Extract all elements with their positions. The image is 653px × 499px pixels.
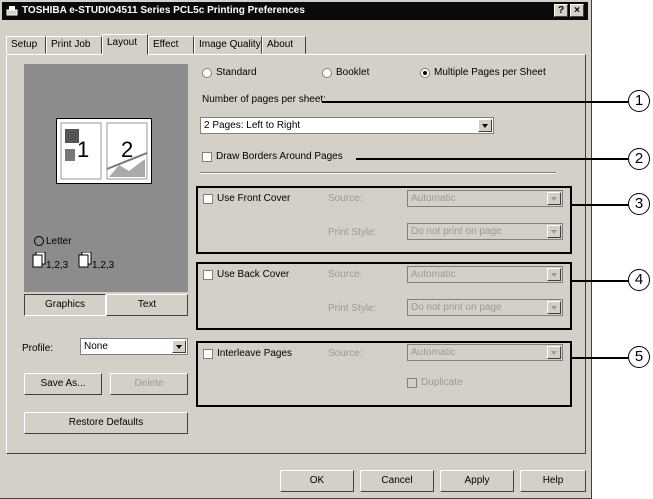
interleave-source-select[interactable]: Automatic [407,344,563,361]
save-as-button[interactable]: Save As... [24,373,102,395]
printing-preferences-window: TOSHIBA e-STUDIO4511 Series PCL5c Printi… [0,0,592,499]
two-up-preview-graphic [60,122,148,180]
chevron-down-icon[interactable] [547,268,561,281]
chevron-down-icon[interactable] [547,192,561,205]
back-style-label: Print Style: [328,303,377,314]
front-cover-label: Use Front Cover [217,193,291,204]
text-button[interactable]: Text [106,294,188,316]
paper-size-label: Letter [46,236,72,247]
callout-3: 3 [628,193,650,215]
callout-line-2 [356,158,628,160]
back-cover-checkbox[interactable] [203,270,213,280]
back-style-value: Do not print on page [411,302,502,313]
tab-layout[interactable]: Layout [102,34,148,55]
draw-borders-label: Draw Borders Around Pages [216,151,343,162]
back-source-label: Source: [328,269,363,280]
printer-icon [6,6,18,16]
draw-borders-checkbox[interactable] [202,152,212,162]
window-title: TOSHIBA e-STUDIO4511 Series PCL5c Printi… [22,5,305,16]
page-2-number: 2 [121,137,134,162]
tab-setup[interactable]: Setup [6,36,46,54]
chevron-down-icon[interactable] [478,119,492,132]
pages-per-sheet-select[interactable]: 2 Pages: Left to Right [200,117,494,134]
callout-2: 2 [628,148,650,170]
help-button[interactable]: Help [520,470,586,492]
stack-1-label: 1,2,3 [46,260,69,271]
separator [200,172,556,174]
profile-value: None [84,341,108,352]
radio-booklet[interactable] [322,68,332,78]
profile-select[interactable]: None [80,338,188,355]
page-preview: 1 2 [56,118,152,184]
interleave-checkbox[interactable] [203,349,213,359]
collate-stack-icon [32,252,46,268]
collate-stack-icon-2 [78,252,92,268]
front-style-value: Do not print on page [411,226,502,237]
close-title-button[interactable]: × [570,4,584,17]
front-cover-checkbox[interactable] [203,194,213,204]
callout-line-4 [572,280,628,282]
tab-effect[interactable]: Effect [148,36,194,54]
standard-label: Standard [216,67,257,78]
ok-button[interactable]: OK [280,470,354,492]
booklet-label: Booklet [336,67,370,78]
chevron-down-icon[interactable] [172,340,186,353]
back-source-value: Automatic [411,269,456,280]
front-style-label: Print Style: [328,227,377,238]
title-bar: TOSHIBA e-STUDIO4511 Series PCL5c Printi… [2,2,588,20]
profile-label: Profile: [22,343,54,354]
callout-line-1 [322,101,628,103]
callout-line-3 [572,204,628,206]
chevron-down-icon[interactable] [547,225,561,238]
apply-button[interactable]: Apply [440,470,514,492]
pages-per-sheet-value: 2 Pages: Left to Right [204,120,301,131]
front-source-select[interactable]: Automatic [407,190,563,207]
radio-multiple-pages[interactable] [420,68,430,78]
help-title-button[interactable]: ? [554,4,568,17]
paper-orientation-icon [34,236,44,246]
callout-4: 4 [628,269,650,291]
interleave-source-value: Automatic [411,347,456,358]
preview-pane: 1 2 Letter 1,2,3 1,2,3 [24,64,188,292]
graphics-button[interactable]: Graphics [24,294,106,316]
cancel-button[interactable]: Cancel [360,470,434,492]
front-style-select[interactable]: Do not print on page [407,223,563,240]
delete-button[interactable]: Delete [110,373,188,395]
back-cover-label: Use Back Cover [217,269,290,280]
radio-standard[interactable] [202,68,212,78]
callout-5: 5 [628,346,650,368]
chevron-down-icon[interactable] [547,346,561,359]
pages-per-sheet-label: Number of pages per sheet: [202,94,326,105]
stack-2-label: 1,2,3 [92,260,115,271]
tab-print-job[interactable]: Print Job [46,36,102,54]
tab-image-quality[interactable]: Image Quality [194,36,262,54]
callout-1: 1 [628,90,650,112]
callout-line-5 [572,357,628,359]
front-source-label: Source: [328,193,363,204]
tab-about[interactable]: About [262,36,306,54]
interleave-source-label: Source: [328,348,363,359]
duplicate-checkbox[interactable] [407,378,417,388]
page-1-number: 1 [77,137,90,162]
multiple-pages-label: Multiple Pages per Sheet [434,67,546,78]
interleave-label: Interleave Pages [217,348,293,359]
front-source-value: Automatic [411,193,456,204]
restore-defaults-button[interactable]: Restore Defaults [24,412,188,434]
back-source-select[interactable]: Automatic [407,266,563,283]
duplicate-label: Duplicate [421,377,463,388]
chevron-down-icon[interactable] [547,301,561,314]
back-style-select[interactable]: Do not print on page [407,299,563,316]
